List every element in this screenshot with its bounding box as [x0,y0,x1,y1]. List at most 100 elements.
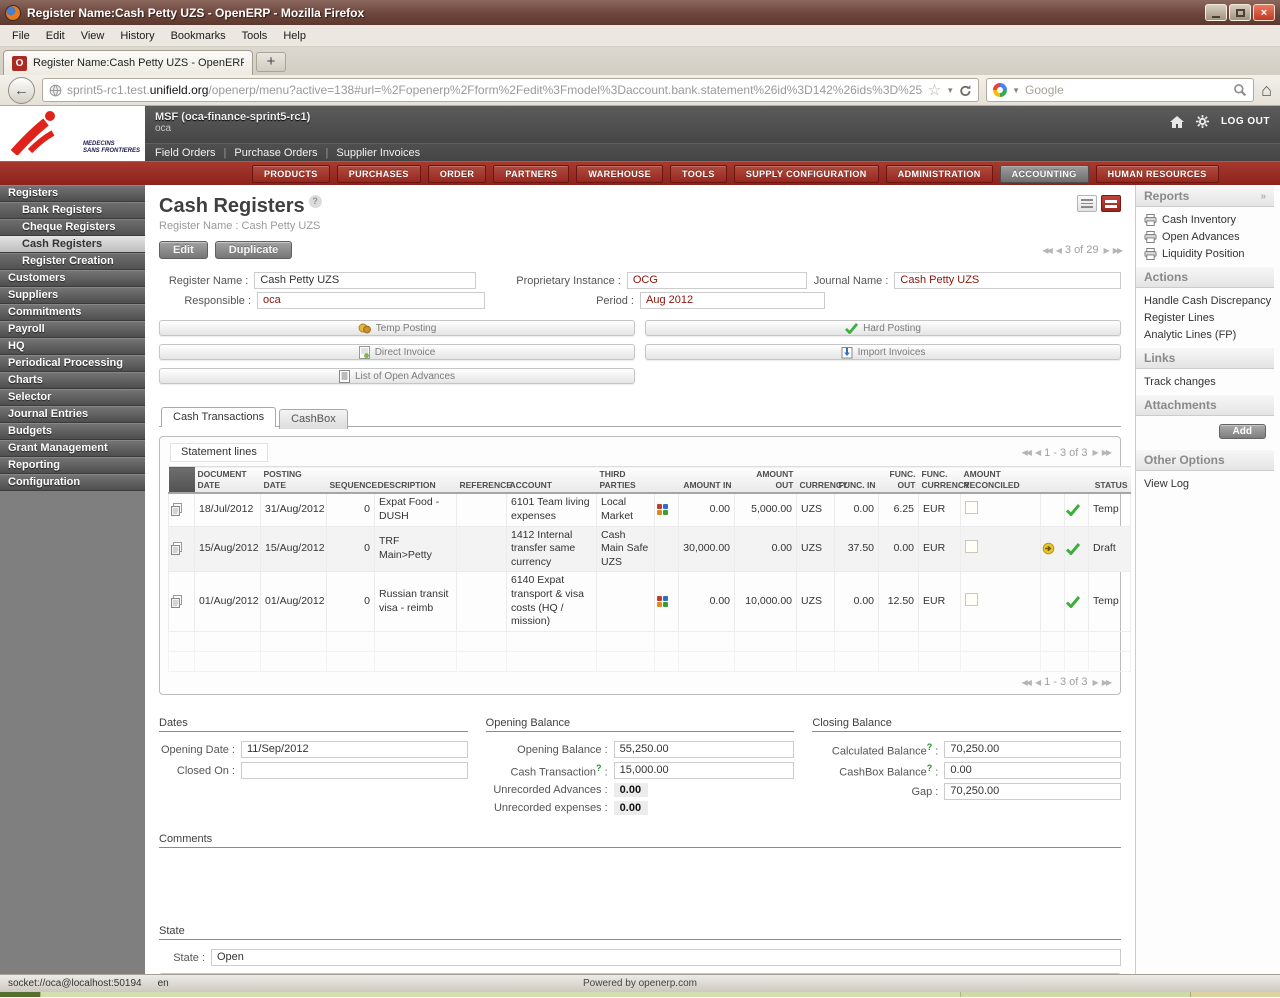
menu-bookmarks[interactable]: Bookmarks [163,27,234,45]
app-settings-gear-icon[interactable] [1195,115,1209,128]
duplicate-line-icon[interactable] [170,542,183,556]
sidebar-item-suppliers[interactable]: Suppliers [0,287,145,304]
table-prev-icon[interactable]: ◀ [1035,448,1041,457]
responsible-field[interactable]: oca [257,292,485,309]
table-first-icon[interactable]: ◀◀ [1022,448,1032,457]
duplicate-button[interactable]: Duplicate [214,241,293,259]
nav-products[interactable]: PRODUCTS [252,164,330,183]
report-open-advances[interactable]: Open Advances [1136,228,1274,245]
sidebar-item-customers[interactable]: Customers [0,270,145,287]
table-last-icon[interactable]: ▶▶ [1102,448,1112,457]
sidebar-item-journal-entries[interactable]: Journal Entries [0,406,145,423]
collapse-chevron-icon[interactable]: » [1260,191,1266,202]
sidebar-item-periodical-processing[interactable]: Periodical Processing [0,355,145,372]
sidebar-item-cash-registers[interactable]: Cash Registers [0,236,145,253]
reconciled-checkbox[interactable] [965,501,978,515]
pager-prev-icon[interactable]: ◀ [1056,246,1062,255]
menu-history[interactable]: History [112,27,162,45]
search-engine-dropdown-icon[interactable]: ▼ [1012,86,1020,95]
nav-supply-configuration[interactable]: SUPPLY CONFIGURATION [733,164,879,183]
search-box[interactable]: ▼ Google [986,78,1255,102]
url-dropdown-icon[interactable]: ▼ [946,86,954,95]
form-view-icon[interactable] [1101,195,1121,212]
proprietary-instance-field[interactable]: OCG [626,272,807,289]
sidebar-item-hq[interactable]: HQ [0,338,145,355]
title-help-icon[interactable]: ? [308,195,322,208]
open-advances-button[interactable]: List of Open Advances [159,368,635,384]
back-button[interactable]: ← [8,76,35,104]
report-cash-inventory[interactable]: Cash Inventory [1136,211,1274,228]
sidebar-item-cheque-registers[interactable]: Cheque Registers [0,219,145,236]
app-home-icon[interactable] [1169,115,1184,128]
nav-administration[interactable]: ADMINISTRATION [885,164,993,183]
sidebar-item-payroll[interactable]: Payroll [0,321,145,338]
menu-file[interactable]: File [4,27,38,45]
sidebar-item-configuration[interactable]: Configuration [0,474,145,491]
bookmark-star-icon[interactable]: ☆ [928,81,941,99]
nav-human-resources[interactable]: HUMAN RESOURCES [1095,164,1219,183]
duplicate-line-icon[interactable] [170,595,183,609]
table-row[interactable]: 15/Aug/2012 15/Aug/2012 0 TRF Main>Petty… [168,525,1131,573]
close-button[interactable]: × [1253,4,1275,21]
table-row[interactable]: 18/Jul/2012 31/Aug/2012 0 Expat Food - D… [168,492,1131,527]
menu-help[interactable]: Help [275,27,314,45]
direct-invoice-button[interactable]: Direct Invoice [159,344,635,360]
option-view-log[interactable]: View Log [1136,475,1274,492]
sidebar-item-reporting[interactable]: Reporting [0,457,145,474]
sidebar-item-budgets[interactable]: Budgets [0,423,145,440]
hard-posting-button[interactable]: Hard Posting [645,320,1121,336]
menu-edit[interactable]: Edit [38,27,73,45]
duplicate-line-icon[interactable] [170,503,183,517]
reload-icon[interactable] [959,84,972,97]
logout-button[interactable]: LOG OUT [1221,116,1270,127]
nav-warehouse[interactable]: WAREHOUSE [576,164,663,183]
period-field[interactable]: Aug 2012 [640,292,825,309]
temp-posting-button[interactable]: Temp Posting [159,320,635,336]
reconciled-checkbox[interactable] [965,592,978,606]
browser-tab[interactable]: O Register Name:Cash Petty UZS - OpenERP [3,50,253,75]
quick-link-supplier-invoices[interactable]: Supplier Invoices [336,147,420,159]
browser-home-icon[interactable]: ⌂ [1261,80,1272,101]
quick-link-field-orders[interactable]: Field Orders [155,147,216,159]
nav-purchases[interactable]: PURCHASES [336,164,421,183]
tab-cashbox[interactable]: CashBox [279,409,348,429]
table-row[interactable]: 01/Aug/2012 01/Aug/2012 0 Russian transi… [168,571,1131,633]
quick-link-purchase-orders[interactable]: Purchase Orders [234,147,317,159]
new-tab-button[interactable]: + [256,52,286,72]
list-view-icon[interactable] [1077,195,1097,212]
sidebar-item-registers[interactable]: Registers [0,185,145,202]
menu-view[interactable]: View [73,27,113,45]
maximize-button[interactable] [1229,4,1251,21]
add-attachment-button[interactable]: Add [1218,424,1266,439]
sidebar-item-register-creation[interactable]: Register Creation [0,253,145,270]
sidebar-item-selector[interactable]: Selector [0,389,145,406]
journal-name-field[interactable]: Cash Petty UZS [894,272,1122,289]
table-next-icon[interactable]: ▶ [1093,448,1099,457]
report-liquidity-position[interactable]: Liquidity Position [1136,245,1274,262]
import-invoices-button[interactable]: Import Invoices [645,344,1121,360]
reconciled-checkbox[interactable] [965,540,978,554]
comments-body[interactable] [159,857,1121,925]
sidebar-item-grant-management[interactable]: Grant Management [0,440,145,457]
pager-next-icon[interactable]: ▶ [1104,246,1110,255]
menu-tools[interactable]: Tools [234,27,276,45]
action-register-lines[interactable]: Register Lines [1136,309,1274,326]
sidebar-item-charts[interactable]: Charts [0,372,145,389]
action-analytic-lines[interactable]: Analytic Lines (FP) [1136,326,1274,343]
pager-first-icon[interactable]: ◀◀ [1042,246,1052,255]
minimize-button[interactable] [1205,4,1227,21]
url-bar[interactable]: sprint5-rc1.test.unifield.org/openerp/me… [42,78,980,102]
nav-tools[interactable]: TOOLS [669,164,727,183]
pending-action-icon[interactable] [1042,542,1055,555]
nav-partners[interactable]: PARTNERS [493,164,570,183]
edit-button[interactable]: Edit [159,241,208,259]
search-magnifier-icon[interactable] [1233,83,1247,97]
nav-accounting[interactable]: ACCOUNTING [999,164,1089,183]
tab-cash-transactions[interactable]: Cash Transactions [161,407,277,427]
sidebar-item-commitments[interactable]: Commitments [0,304,145,321]
action-handle-cash-discrepancy[interactable]: Handle Cash Discrepancy [1136,292,1274,309]
pager-last-icon[interactable]: ▶▶ [1113,246,1123,255]
link-track-changes[interactable]: Track changes [1136,373,1274,390]
nav-order[interactable]: ORDER [427,164,487,183]
sidebar-item-bank-registers[interactable]: Bank Registers [0,202,145,219]
